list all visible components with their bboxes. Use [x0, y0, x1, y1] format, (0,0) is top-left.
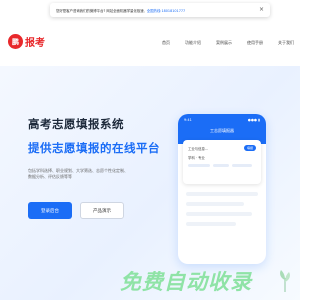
- nav-item-home[interactable]: 首页: [162, 40, 170, 46]
- phone-card-badge: 填报: [243, 145, 256, 151]
- login-button[interactable]: 登录后台: [28, 202, 72, 219]
- watermark-text: 免费自动收录: [120, 270, 252, 294]
- hero-title: 高考志愿填报系统: [28, 117, 124, 131]
- close-icon[interactable]: ×: [259, 6, 264, 13]
- hero-description: 包括学科选择、职业规划、大学筛选、志愿个性化定制、数据分析、评估反馈等等: [28, 168, 128, 180]
- logo-text: 报考: [25, 38, 45, 49]
- banner-phone[interactable]: 全国热线:18018101777: [147, 8, 185, 13]
- main-nav: 首页 功能介绍 案例展示 使用手册 关于我们: [162, 40, 294, 46]
- phone-card-bars: [188, 164, 256, 167]
- nav-item-cases[interactable]: 案例展示: [216, 40, 232, 46]
- phone-status-time: 9:41: [184, 118, 192, 122]
- logo-mark-icon: 鹏: [8, 34, 23, 49]
- notification-banner: 您好是客户咨询我们的微博平台? 网站全面机器学量化极速, 全国热线:180181…: [50, 3, 270, 17]
- phone-mockup: 9:41 ●●● ▮ 工志愿填报器 工业与信息... 填报 学科 · 专业: [178, 114, 266, 264]
- hero-subtitle: 提供志愿填报的在线平台: [28, 141, 160, 155]
- nav-item-manual[interactable]: 使用手册: [247, 40, 263, 46]
- phone-list: [186, 192, 258, 232]
- banner-text: 您好是客户咨询我们的微博平台? 网站全面机器学量化极速,: [56, 8, 145, 13]
- demo-button[interactable]: 产品演示: [80, 202, 124, 219]
- phone-status-icons: ●●● ▮: [247, 118, 260, 122]
- phone-card-label: 工业与信息...: [188, 146, 209, 151]
- phone-card: 工业与信息... 填报 学科 · 专业: [183, 140, 261, 184]
- nav-item-features[interactable]: 功能介绍: [185, 40, 201, 46]
- phone-card-sub: 学科 · 专业: [188, 156, 205, 160]
- plant-icon: [280, 270, 290, 292]
- phone-app-title: 工志愿填报器: [210, 128, 234, 133]
- nav-item-about[interactable]: 关于我们: [278, 40, 294, 46]
- site-logo[interactable]: 鹏 报考: [8, 34, 45, 49]
